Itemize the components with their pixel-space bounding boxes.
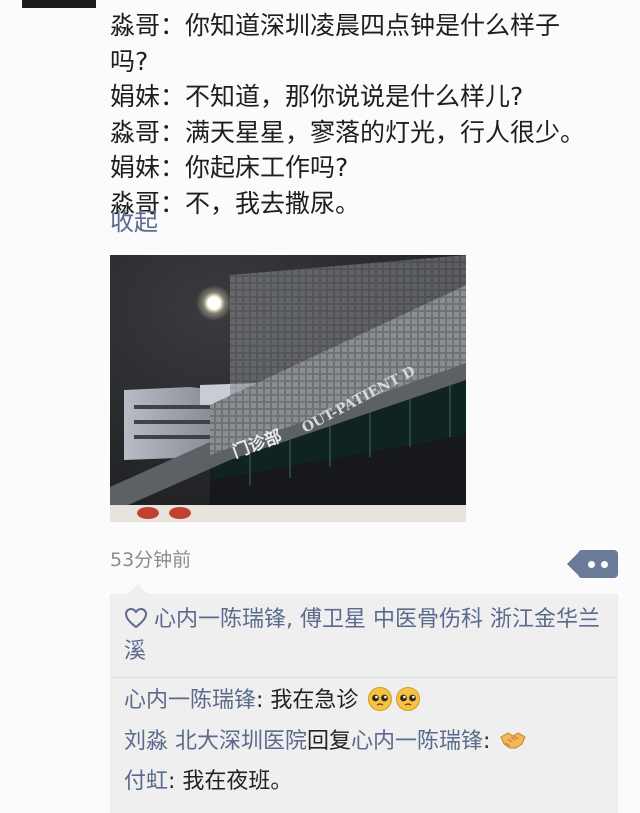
comment-separator: : — [483, 729, 498, 754]
comment-row[interactable]: 心内一陈瑞锋: 我在急诊 — [124, 686, 421, 716]
dot-icon — [601, 561, 608, 568]
comment-row[interactable]: 刘淼 北大深圳医院回复心内一陈瑞锋: — [124, 727, 527, 757]
comment-separator: : — [168, 769, 183, 794]
comment-author[interactable]: 心内一陈瑞锋 — [124, 688, 256, 713]
post-line: 淼哥：不，我去撒尿。 — [110, 188, 361, 218]
likes-row: 心内一陈瑞锋, 傅卫星 中医骨伤科 浙江金华兰溪 — [124, 604, 608, 668]
post-photo[interactable]: 门诊部 OUT-PATIENT D — [110, 255, 466, 522]
collapse-link[interactable]: 收起 — [110, 202, 158, 237]
post-line: 淼哥：满天星星，寥落的灯光，行人很少。 — [110, 117, 586, 147]
divider — [110, 677, 618, 678]
post-line: 吗? — [110, 46, 149, 76]
pleading-face-icon — [368, 687, 393, 711]
comment-author[interactable]: 付虹 — [124, 769, 168, 794]
handshake-icon — [500, 732, 527, 749]
pleading-face-icon — [396, 687, 421, 711]
comment-text: 我在夜班。 — [182, 769, 293, 794]
post-timestamp: 53分钟前 — [110, 549, 192, 571]
post-text: 淼哥：你知道深圳凌晨四点钟是什么样子 吗? 娟妹：不知道，那你说说是什么样儿? … — [110, 0, 630, 221]
post-line: 娟妹：你起床工作吗? — [110, 153, 349, 182]
comments-panel: 心内一陈瑞锋, 傅卫星 中医骨伤科 浙江金华兰溪 心内一陈瑞锋: 我在急诊 刘淼… — [110, 584, 618, 813]
previous-avatar — [22, 0, 96, 8]
moon-icon — [196, 285, 232, 321]
more-actions-button[interactable] — [567, 550, 618, 578]
likes-names[interactable]: 心内一陈瑞锋, 傅卫星 中医骨伤科 浙江金华兰溪 — [124, 607, 600, 664]
comment-author[interactable]: 刘淼 北大深圳医院 — [124, 729, 307, 754]
comment-separator: : — [256, 688, 271, 713]
post-line — [110, 0, 630, 8]
reply-word: 回复 — [307, 729, 352, 754]
reply-target[interactable]: 心内一陈瑞锋 — [351, 729, 483, 754]
heart-icon — [124, 607, 148, 629]
dot-icon — [588, 561, 595, 568]
comment-row[interactable]: 付虹: 我在夜班。 — [124, 767, 292, 797]
post-line: 淼哥：你知道深圳凌晨四点钟是什么样子 — [110, 11, 561, 40]
comment-text: 我在急诊 — [270, 688, 359, 713]
post-line: 娟妹：不知道，那你说说是什么样儿? — [110, 82, 524, 111]
